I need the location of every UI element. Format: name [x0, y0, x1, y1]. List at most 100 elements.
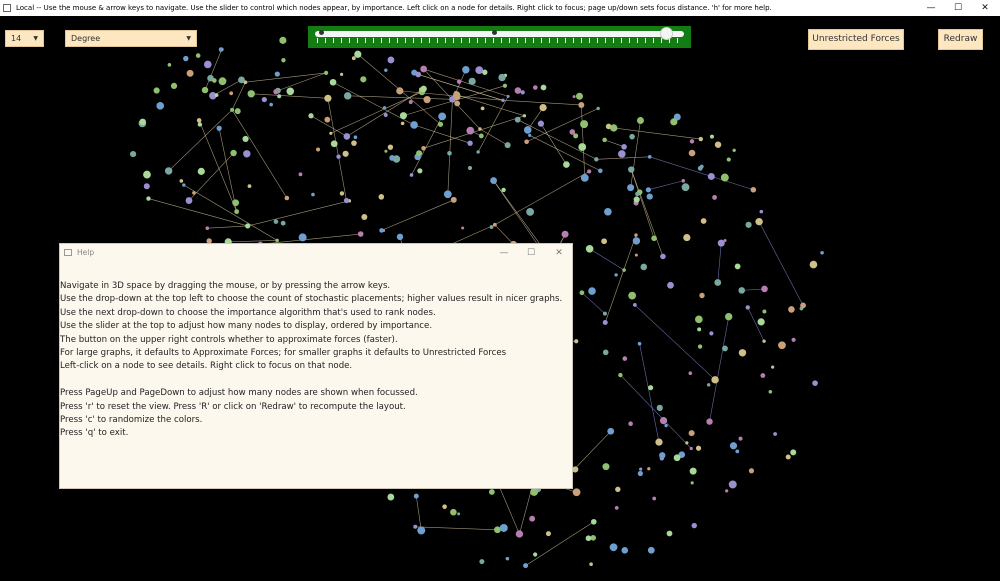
- graph-node[interactable]: [361, 214, 368, 221]
- graph-node[interactable]: [714, 279, 722, 286]
- graph-node[interactable]: [632, 237, 641, 245]
- graph-node[interactable]: [647, 155, 652, 159]
- importance-algorithm-dropdown[interactable]: Degree ▼: [65, 30, 197, 47]
- graph-node[interactable]: [759, 209, 764, 214]
- graph-node[interactable]: [413, 524, 418, 529]
- graph-node[interactable]: [530, 488, 538, 496]
- graph-node[interactable]: [468, 77, 476, 85]
- graph-node[interactable]: [709, 134, 714, 139]
- graph-node[interactable]: [382, 106, 387, 110]
- graph-node[interactable]: [182, 183, 186, 187]
- graph-node[interactable]: [757, 318, 765, 326]
- graph-node[interactable]: [462, 66, 470, 74]
- graph-node[interactable]: [728, 480, 737, 489]
- graph-node[interactable]: [413, 493, 419, 499]
- graph-node[interactable]: [695, 315, 703, 324]
- graph-node[interactable]: [466, 126, 475, 135]
- graph-node[interactable]: [489, 225, 494, 229]
- graph-node[interactable]: [514, 116, 521, 123]
- graph-node[interactable]: [640, 263, 648, 271]
- graph-node[interactable]: [286, 87, 295, 96]
- graph-node[interactable]: [336, 154, 341, 159]
- graph-node[interactable]: [785, 454, 791, 460]
- graph-node[interactable]: [533, 85, 538, 90]
- graph-node[interactable]: [622, 268, 626, 272]
- graph-node[interactable]: [234, 108, 241, 115]
- graph-node[interactable]: [450, 196, 457, 203]
- graph-node[interactable]: [714, 141, 722, 148]
- graph-node[interactable]: [760, 373, 766, 378]
- graph-node[interactable]: [725, 489, 729, 493]
- graph-node[interactable]: [457, 512, 461, 516]
- graph-node[interactable]: [501, 187, 506, 193]
- graph-node[interactable]: [478, 127, 482, 131]
- graph-node[interactable]: [750, 186, 757, 193]
- graph-node[interactable]: [523, 126, 532, 134]
- graph-node[interactable]: [646, 193, 653, 200]
- graph-node[interactable]: [622, 356, 628, 361]
- graph-node[interactable]: [504, 142, 511, 149]
- graph-node[interactable]: [735, 449, 740, 454]
- graph-node[interactable]: [588, 287, 596, 295]
- graph-node[interactable]: [537, 120, 545, 127]
- graph-node[interactable]: [139, 118, 146, 126]
- graph-node[interactable]: [298, 172, 303, 177]
- graph-node[interactable]: [205, 226, 210, 230]
- graph-node[interactable]: [183, 55, 189, 62]
- graph-node[interactable]: [280, 220, 286, 226]
- graph-node[interactable]: [722, 345, 728, 352]
- graph-node[interactable]: [706, 383, 711, 387]
- graph-node[interactable]: [732, 148, 736, 153]
- graph-node[interactable]: [578, 101, 585, 108]
- graph-node[interactable]: [691, 522, 697, 529]
- graph-node[interactable]: [396, 87, 404, 95]
- graph-node[interactable]: [499, 523, 508, 532]
- graph-node[interactable]: [636, 117, 644, 125]
- graph-node[interactable]: [745, 305, 750, 310]
- minimize-icon[interactable]: —: [916, 0, 946, 16]
- graph-node[interactable]: [324, 94, 332, 102]
- graph-node[interactable]: [492, 222, 497, 227]
- graph-node[interactable]: [647, 385, 654, 391]
- maximize-icon[interactable]: ☐: [943, 0, 973, 16]
- graph-node[interactable]: [420, 65, 428, 73]
- graph-node[interactable]: [621, 144, 627, 150]
- graph-node[interactable]: [505, 556, 510, 561]
- graph-node[interactable]: [627, 184, 635, 192]
- forces-toggle-button[interactable]: Unrestricted Forces: [808, 29, 904, 50]
- graph-node[interactable]: [635, 191, 640, 197]
- graph-node[interactable]: [383, 112, 388, 117]
- graph-node[interactable]: [659, 416, 668, 425]
- graph-node[interactable]: [634, 253, 638, 257]
- graph-node[interactable]: [614, 273, 618, 277]
- graph-node[interactable]: [755, 217, 763, 226]
- graph-node[interactable]: [232, 199, 240, 207]
- graph-node[interactable]: [745, 221, 752, 228]
- graph-node[interactable]: [216, 125, 222, 131]
- graph-node[interactable]: [572, 466, 579, 473]
- graph-node[interactable]: [618, 150, 626, 158]
- graph-node[interactable]: [573, 133, 579, 139]
- graph-node[interactable]: [185, 197, 193, 204]
- graph-node[interactable]: [400, 121, 405, 126]
- graph-node[interactable]: [602, 349, 609, 356]
- graph-node[interactable]: [589, 562, 593, 567]
- graph-node[interactable]: [526, 208, 535, 216]
- maximize-icon[interactable]: ☐: [517, 244, 545, 262]
- graph-node[interactable]: [590, 535, 596, 541]
- graph-node[interactable]: [596, 106, 600, 111]
- graph-node[interactable]: [479, 559, 485, 565]
- graph-node[interactable]: [578, 143, 587, 151]
- graph-node[interactable]: [683, 233, 691, 242]
- graph-node[interactable]: [580, 173, 589, 182]
- graph-node[interactable]: [201, 86, 209, 94]
- graph-node[interactable]: [360, 76, 367, 83]
- graph-node[interactable]: [523, 563, 529, 569]
- graph-node[interactable]: [529, 515, 536, 522]
- graph-node[interactable]: [621, 546, 629, 554]
- graph-node[interactable]: [585, 245, 594, 253]
- graph-node[interactable]: [773, 432, 778, 436]
- graph-node[interactable]: [800, 302, 806, 309]
- graph-node[interactable]: [761, 285, 768, 293]
- graph-node[interactable]: [697, 327, 702, 332]
